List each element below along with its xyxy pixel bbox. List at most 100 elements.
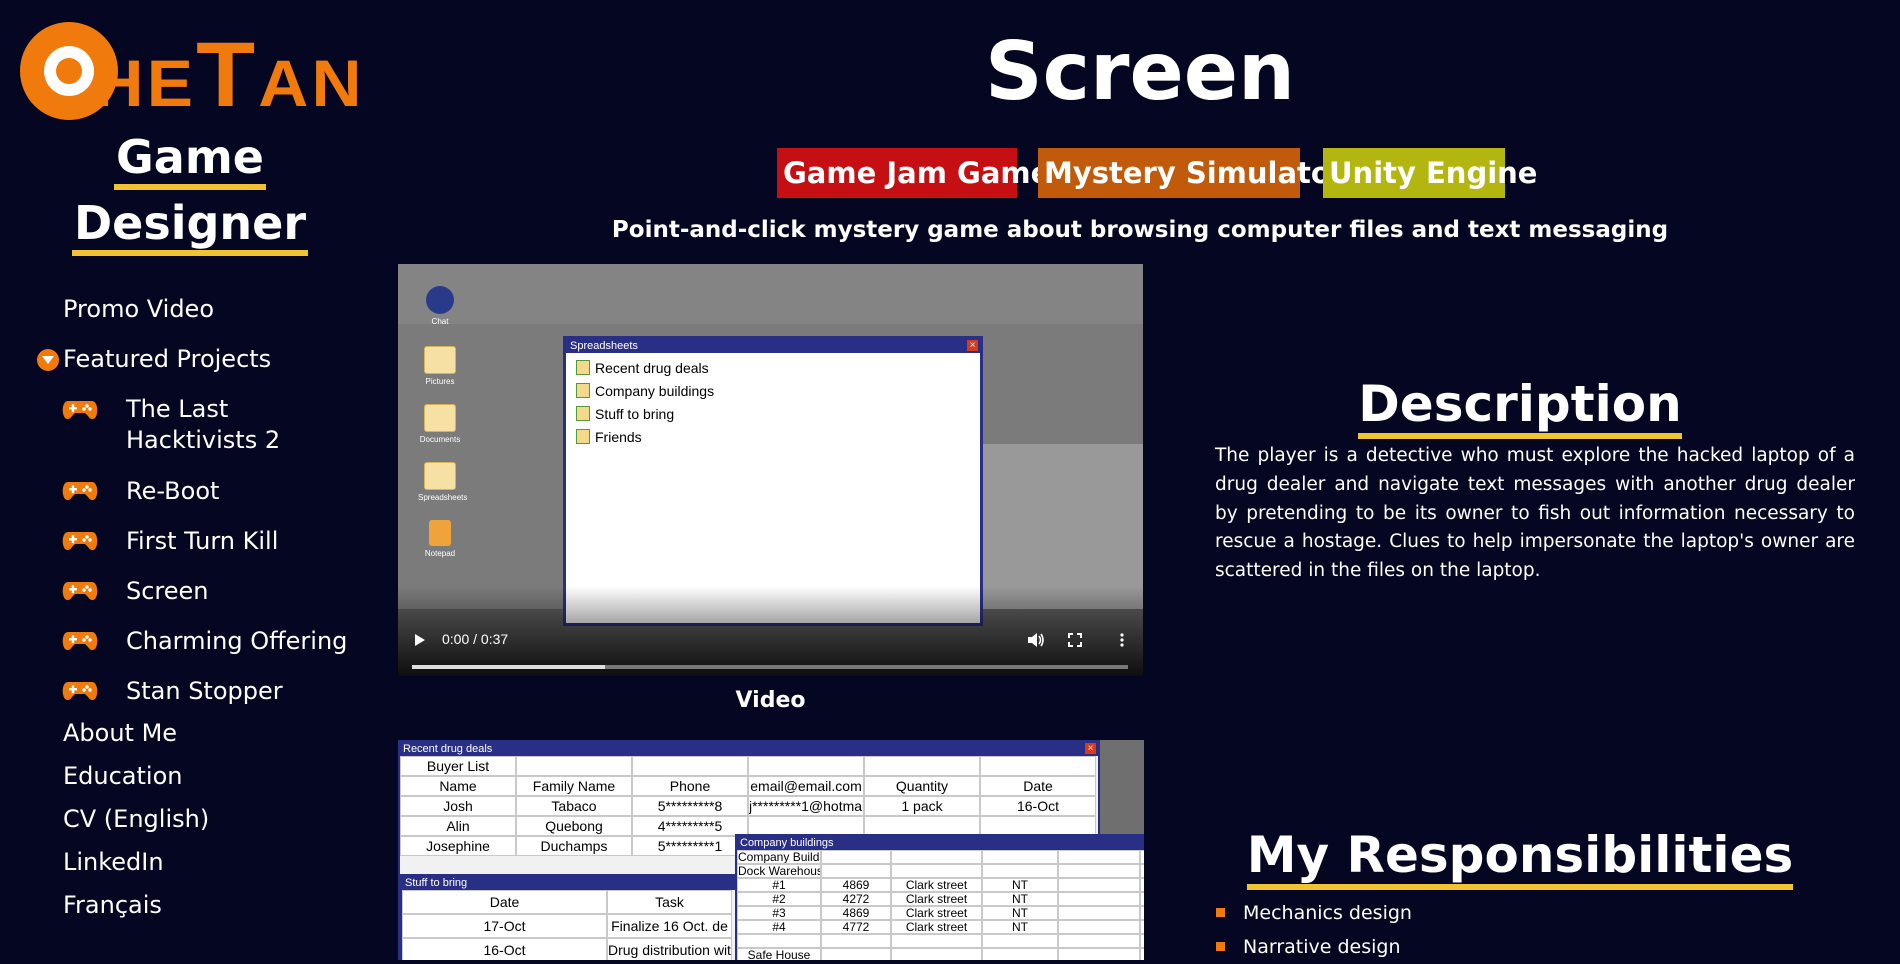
table-cell: NT: [982, 878, 1058, 892]
table-cell: 16-Oct: [402, 938, 607, 960]
window-titlebar: Stuff to bring: [402, 876, 738, 890]
promo-video-player[interactable]: Chat Pictures Documents Spreadsheets Not…: [398, 264, 1143, 676]
fullscreen-icon[interactable]: [1068, 633, 1082, 647]
table-cell: [1058, 892, 1140, 906]
table-column-header: Quantity: [864, 776, 980, 796]
table-cell: [1140, 864, 1144, 878]
desktop-icon-label: Documents: [419, 435, 461, 444]
nav-promo-video[interactable]: Promo Video: [63, 295, 214, 323]
table-column-header: Date: [402, 890, 607, 914]
nav-project-re-boot[interactable]: Re-Boot: [126, 476, 219, 507]
desktop-notepad-icon[interactable]: Notepad: [418, 520, 462, 558]
nav-education[interactable]: Education: [63, 762, 182, 790]
table-header-cell: Buyer List: [400, 756, 516, 776]
table-cell: [1058, 906, 1140, 920]
table-cell: Clark street: [891, 920, 982, 934]
role-designer: Designer: [71, 196, 309, 256]
table-cell: Company Buildings: [737, 850, 821, 864]
nav-linkedin[interactable]: LinkedIn: [63, 848, 164, 876]
table-cell: [1058, 878, 1140, 892]
close-icon[interactable]: ×: [967, 340, 978, 351]
stuff-table: Date Task 17-Oct Finalize 16 Oct. de 16-Oct D…: [402, 890, 738, 960]
gamepad-icon: [62, 482, 98, 501]
desktop-spreadsheets-icon[interactable]: Spreadsheets: [418, 462, 467, 502]
square-bullet-icon: [1216, 908, 1225, 917]
chat-icon: [426, 286, 454, 314]
file-item[interactable]: Company buildings: [566, 380, 980, 403]
table-cell: [1058, 920, 1140, 934]
table-cell: 4272: [821, 892, 891, 906]
responsibility-text: Narrative design: [1243, 936, 1401, 958]
table-cell: [748, 756, 864, 776]
table-cell: NT: [982, 920, 1058, 934]
caret-down-icon[interactable]: [37, 349, 59, 371]
nav-about-me[interactable]: About Me: [63, 719, 177, 747]
logo-part-2: T: [196, 24, 259, 126]
nav-project-line-2: Hacktivists 2: [126, 426, 281, 454]
spreadsheets-window: Spreadsheets × Recent drug deals Company …: [563, 336, 983, 626]
tag-game-jam: Game Jam Game: [777, 148, 1050, 198]
table-cell: [1058, 948, 1140, 960]
table-cell: [821, 850, 891, 864]
table-cell: 4869: [821, 906, 891, 920]
desktop-pictures-icon[interactable]: Pictures: [418, 346, 462, 386]
nav-project-charming-offering[interactable]: Charming Offering: [126, 626, 347, 657]
table-cell: Josephine: [400, 836, 516, 856]
file-item[interactable]: Stuff to bring: [566, 403, 980, 426]
nav-project-stan-stopper[interactable]: Stan Stopper: [126, 676, 283, 707]
nav-project-the-last-hacktivists-2[interactable]: The Last Hacktivists 2: [126, 394, 280, 456]
table-cell: Duchamps: [516, 836, 632, 856]
table-cell: [1058, 850, 1140, 864]
play-icon[interactable]: [414, 633, 426, 647]
table-cell: 5*********8: [632, 796, 748, 816]
window-titlebar: Recent drug deals ×: [400, 742, 1098, 756]
table-cell: [864, 756, 980, 776]
video-time: 0:00 / 0:37: [442, 631, 509, 647]
nav-project-line-1: The Last: [126, 395, 229, 423]
video-progress-fill: [412, 665, 606, 669]
table-cell: [980, 756, 1096, 776]
desktop-chat-icon[interactable]: Chat: [418, 286, 462, 326]
spreadsheet-file-icon: [576, 429, 590, 444]
table-cell: [632, 756, 748, 776]
table-cell: #4: [737, 920, 821, 934]
nav-francais[interactable]: Français: [63, 891, 162, 919]
table-column-header: Phone: [632, 776, 748, 796]
table-cell: [821, 948, 891, 960]
stuff-to-bring-window: Stuff to bring Date Task 17-Oct Finalize 16…: [400, 874, 740, 960]
table-cell: 5*********1: [632, 836, 748, 856]
chetan-logo[interactable]: HETAN: [20, 22, 362, 121]
table-cell: Dock Warehouse: [737, 864, 821, 878]
window-title: Recent drug deals: [403, 743, 493, 755]
logo-letters: HETAN: [93, 29, 365, 121]
file-name: Recent drug deals: [595, 360, 709, 376]
nav-project-first-turn-kill[interactable]: First Turn Kill: [126, 526, 278, 557]
nav-project-screen[interactable]: Screen: [126, 576, 209, 607]
file-item[interactable]: Recent drug deals: [566, 357, 980, 380]
close-icon: ×: [1085, 743, 1096, 754]
game-screenshot: Recent drug deals × Buyer List Name Family …: [398, 740, 1144, 960]
table-cell: [891, 934, 982, 948]
table-cell: Finalize 16 Oct. de: [607, 914, 732, 938]
file-item[interactable]: Friends: [566, 426, 980, 449]
table-cell: [821, 864, 891, 878]
table-cell: #2: [737, 892, 821, 906]
description-text: The player is a detective who must explo…: [1215, 445, 1855, 582]
table-column-header: email@email.com: [748, 776, 864, 796]
table-cell: Quebong: [516, 816, 632, 836]
video-progress-bar[interactable]: [412, 665, 1128, 669]
table-cell: N/A: [1140, 906, 1144, 920]
square-bullet-icon: [1216, 942, 1225, 951]
desktop-documents-icon[interactable]: Documents: [418, 404, 462, 444]
window-title: Stuff to bring: [405, 877, 468, 889]
volume-icon[interactable]: [1027, 632, 1045, 648]
role-line-2: Designer: [0, 196, 380, 256]
nav-featured-projects[interactable]: Featured Projects: [63, 345, 271, 373]
more-options-icon[interactable]: [1120, 633, 1124, 647]
responsibility-item: Mechanics design: [1215, 896, 1855, 930]
page-title: Screen: [985, 25, 1295, 118]
nav-cv[interactable]: CV (English): [63, 805, 209, 833]
logo-part-1: HE: [93, 46, 197, 120]
description-title: Description: [1358, 375, 1682, 439]
logo-ring-dot: [56, 58, 82, 84]
